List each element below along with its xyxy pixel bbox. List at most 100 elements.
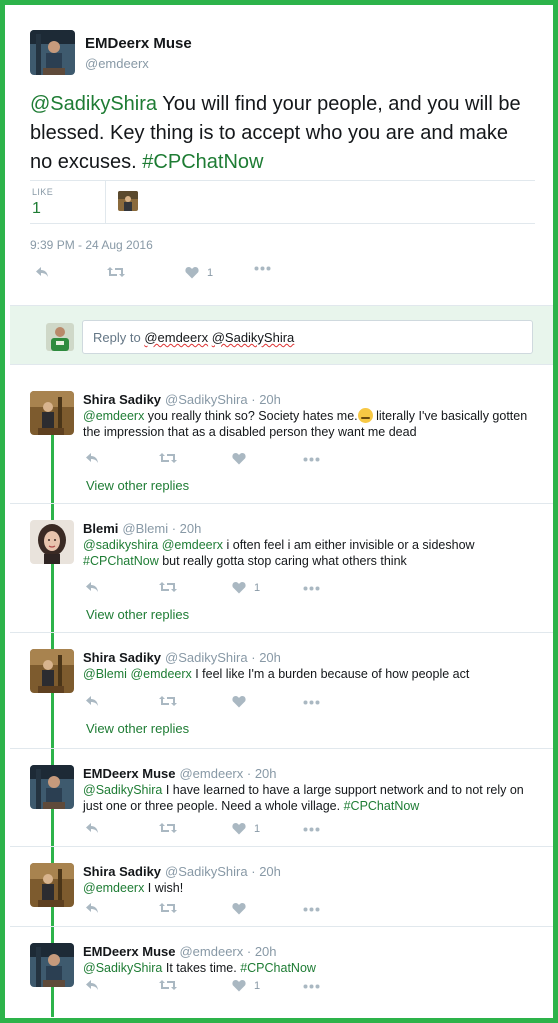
hashtag-link[interactable]: #CPChatNow xyxy=(240,961,316,975)
reply-actions: 1 xyxy=(85,822,325,842)
like-button[interactable] xyxy=(232,452,246,465)
reply-author-handle[interactable]: @SadikyShira xyxy=(165,864,248,879)
reply-button[interactable] xyxy=(85,902,99,914)
like-button[interactable] xyxy=(232,902,246,915)
reply-button[interactable] xyxy=(85,979,99,991)
retweet-icon xyxy=(107,267,125,277)
reply-button[interactable] xyxy=(35,266,49,278)
like-count[interactable]: 1 xyxy=(32,200,41,218)
reply-avatar[interactable] xyxy=(30,391,74,435)
reply-author-name[interactable]: EMDeerx Muse xyxy=(83,766,175,781)
mention-link[interactable]: @SadikyShira xyxy=(83,783,162,797)
stats-divider xyxy=(105,181,106,223)
retweet-button[interactable] xyxy=(159,695,177,707)
reply-tweet[interactable]: Shira Sadiky @SadikyShira · 20h @emdeerx … xyxy=(10,375,553,504)
like-button[interactable] xyxy=(232,695,246,708)
heart-icon xyxy=(232,696,246,708)
liker-avatar[interactable] xyxy=(118,191,138,211)
reply-avatar[interactable] xyxy=(30,765,74,809)
reply-author-name[interactable]: Shira Sadiky xyxy=(83,864,161,879)
author-name[interactable]: EMDeerx Muse xyxy=(85,35,192,52)
reply-avatar[interactable] xyxy=(30,649,74,693)
hashtag-link[interactable]: #CPChatNow xyxy=(344,799,420,813)
more-icon xyxy=(303,700,320,705)
more-button[interactable] xyxy=(303,586,320,591)
like-button[interactable]: 1 xyxy=(232,581,260,594)
more-button[interactable] xyxy=(303,700,320,705)
reply-author-name[interactable]: EMDeerx Muse xyxy=(83,944,175,959)
reply-button[interactable] xyxy=(85,822,99,834)
more-icon xyxy=(303,457,320,462)
heart-icon xyxy=(185,267,199,279)
reply-tweet[interactable]: EMDeerx Muse @emdeerx · 20h @SadikyShira … xyxy=(10,749,553,847)
retweet-button[interactable] xyxy=(159,902,177,914)
retweet-button[interactable] xyxy=(159,452,177,464)
reply-time[interactable]: 20h xyxy=(259,864,281,879)
mention-link[interactable]: @sadikyshira xyxy=(83,538,158,552)
reply-author-handle[interactable]: @SadikyShira xyxy=(165,650,248,665)
reply-author-name[interactable]: Shira Sadiky xyxy=(83,650,161,665)
reply-time[interactable]: 20h xyxy=(259,392,281,407)
view-other-replies-link[interactable]: View other replies xyxy=(86,478,189,493)
reply-tweet[interactable]: EMDeerx Muse @emdeerx · 20h @SadikyShira … xyxy=(10,927,553,1018)
like-count: 1 xyxy=(254,822,261,835)
like-label: LIKE xyxy=(32,187,54,197)
retweet-button[interactable] xyxy=(159,822,177,834)
reply-body-cont: but really gotta stop caring what others… xyxy=(158,554,407,568)
view-other-replies-link[interactable]: View other replies xyxy=(86,607,189,622)
reply-header: Shira Sadiky @SadikyShira · 20h xyxy=(83,650,281,665)
reply-icon xyxy=(86,980,98,990)
mention-link[interactable]: @Blemi xyxy=(83,667,127,681)
reply-body: I feel like I'm a burden because of how … xyxy=(191,667,470,681)
reply-author-handle[interactable]: @SadikyShira xyxy=(165,392,248,407)
retweet-button[interactable] xyxy=(107,266,125,278)
mention-link[interactable]: @SadikyShira xyxy=(30,93,157,115)
more-button[interactable] xyxy=(303,984,320,989)
reply-button[interactable] xyxy=(85,452,99,464)
mention-link[interactable]: @emdeerx xyxy=(83,409,144,423)
reply-mention-2: @SadikyShira xyxy=(211,330,295,345)
reply-actions xyxy=(85,695,325,715)
like-button[interactable]: 1 xyxy=(232,979,260,992)
reply-text: @emdeerx you really think so? Society ha… xyxy=(83,408,533,440)
retweet-icon xyxy=(159,696,177,706)
reply-author-handle[interactable]: @emdeerx xyxy=(179,944,243,959)
view-other-replies-link[interactable]: View other replies xyxy=(86,721,189,736)
mention-link[interactable]: @emdeerx xyxy=(162,538,223,552)
more-button[interactable] xyxy=(303,457,320,462)
like-button[interactable]: 1 xyxy=(185,266,213,279)
reply-button[interactable] xyxy=(85,695,99,707)
reply-button[interactable] xyxy=(85,581,99,593)
hashtag-link[interactable]: #CPChatNow xyxy=(142,151,263,173)
more-button[interactable] xyxy=(254,266,271,271)
reply-time[interactable]: 20h xyxy=(255,944,277,959)
mention-link[interactable]: @emdeerx xyxy=(83,881,144,895)
retweet-button[interactable] xyxy=(159,581,177,593)
author-avatar[interactable] xyxy=(30,30,75,75)
like-button[interactable]: 1 xyxy=(232,822,260,835)
reply-time[interactable]: 20h xyxy=(180,521,202,536)
mention-link[interactable]: @emdeerx xyxy=(130,667,191,681)
reply-tweet[interactable]: Blemi @Blemi · 20h @sadikyshira @emdeerx … xyxy=(10,504,553,633)
reply-time[interactable]: 20h xyxy=(255,766,277,781)
reply-author-handle[interactable]: @emdeerx xyxy=(179,766,243,781)
retweet-button[interactable] xyxy=(159,979,177,991)
tweet-timestamp[interactable]: 9:39 PM - 24 Aug 2016 xyxy=(30,238,153,252)
more-button[interactable] xyxy=(303,907,320,912)
reply-input[interactable]: Reply to @emdeerx @SadikyShira xyxy=(82,320,533,354)
hashtag-link[interactable]: #CPChatNow xyxy=(83,554,159,568)
reply-avatar[interactable] xyxy=(30,520,74,564)
retweet-icon xyxy=(159,903,177,913)
reply-tweet[interactable]: Shira Sadiky @SadikyShira · 20h @emdeerx … xyxy=(10,847,553,927)
reply-tweet[interactable]: Shira Sadiky @SadikyShira · 20h @Blemi @e… xyxy=(10,633,553,749)
reply-icon xyxy=(86,453,98,463)
reply-author-name[interactable]: Blemi xyxy=(83,521,118,536)
reply-avatar[interactable] xyxy=(30,943,74,987)
author-handle[interactable]: @emdeerx xyxy=(85,56,149,71)
reply-avatar[interactable] xyxy=(30,863,74,907)
reply-author-handle[interactable]: @Blemi xyxy=(122,521,168,536)
mention-link[interactable]: @SadikyShira xyxy=(83,961,162,975)
more-button[interactable] xyxy=(303,827,320,832)
reply-author-name[interactable]: Shira Sadiky xyxy=(83,392,161,407)
reply-time[interactable]: 20h xyxy=(259,650,281,665)
